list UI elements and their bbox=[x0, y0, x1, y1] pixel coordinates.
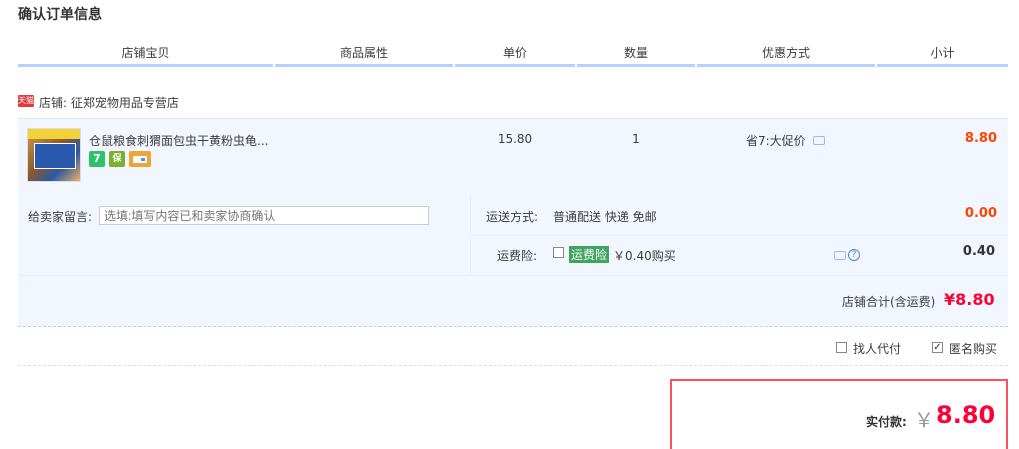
payment-amount: 8.80 bbox=[936, 401, 996, 429]
header-underline bbox=[455, 64, 575, 67]
shop-total-value: ¥8.80 bbox=[944, 290, 995, 309]
divider bbox=[471, 235, 1008, 236]
shipping-price: 0.00 bbox=[964, 206, 997, 221]
insurance-price: 0.40 bbox=[962, 244, 995, 259]
message-label: 给卖家留言: bbox=[28, 210, 93, 224]
proxy-pay-checkbox[interactable] bbox=[836, 342, 847, 353]
product-name-link[interactable]: 仓鼠粮食刺猬面包虫干黄粉虫龟... bbox=[89, 132, 268, 149]
header-underline bbox=[18, 64, 273, 67]
header-item-attributes: 商品属性 bbox=[339, 46, 388, 60]
insurance-checkbox[interactable] bbox=[553, 247, 564, 258]
currency-symbol: ￥ bbox=[914, 408, 934, 432]
seven-day-return-icon[interactable]: 7 bbox=[89, 151, 105, 167]
quantity-value: 1 bbox=[632, 132, 640, 146]
header-underline bbox=[697, 64, 875, 67]
help-icon[interactable]: ? bbox=[848, 249, 860, 261]
insurance-price-desc: ￥0.40购买 bbox=[613, 249, 676, 263]
comment-bubble-icon[interactable] bbox=[834, 251, 846, 260]
unit-price: 15.80 bbox=[497, 132, 533, 146]
shop-total-label: 店铺合计(含运费) bbox=[842, 295, 936, 309]
item-subtotal: 8.80 bbox=[964, 131, 997, 146]
header-subtotal: 小计 bbox=[930, 46, 955, 60]
proxy-pay-label[interactable]: 找人代付 bbox=[853, 340, 901, 357]
tmall-icon: 天猫 bbox=[18, 95, 34, 107]
header-underline bbox=[275, 64, 453, 67]
credit-card-icon[interactable] bbox=[129, 151, 151, 167]
header-underline bbox=[877, 64, 1008, 67]
shop-name-link[interactable]: 店铺: 征郑宠物用品专营店 bbox=[39, 94, 179, 111]
shipping-label: 运送方式: bbox=[486, 210, 539, 224]
guarantee-icon[interactable]: 保 bbox=[109, 151, 125, 167]
header-underline bbox=[577, 64, 695, 67]
shipping-method: 普通配送 快递 免邮 bbox=[553, 210, 657, 224]
payment-label: 实付款: bbox=[866, 415, 907, 429]
comment-bubble-icon[interactable] bbox=[813, 136, 825, 145]
header-quantity: 数量 bbox=[623, 46, 648, 60]
seller-message-input[interactable] bbox=[99, 206, 429, 225]
order-item-row bbox=[18, 118, 1008, 196]
discount-label: 省7:大促价 bbox=[746, 134, 806, 148]
insurance-label: 运费险: bbox=[497, 249, 538, 263]
product-thumbnail[interactable] bbox=[27, 128, 81, 182]
anonymous-buy-label[interactable]: 匿名购买 bbox=[949, 340, 997, 357]
page-title: 确认订单信息 bbox=[18, 7, 102, 23]
header-unit-price: 单价 bbox=[502, 46, 527, 60]
header-discount: 优惠方式 bbox=[761, 46, 810, 60]
anonymous-buy-checkbox[interactable] bbox=[932, 342, 943, 353]
insurance-tag: 运费险 bbox=[569, 246, 610, 263]
divider bbox=[18, 365, 1008, 367]
header-shop-item: 店铺宝贝 bbox=[121, 46, 170, 60]
